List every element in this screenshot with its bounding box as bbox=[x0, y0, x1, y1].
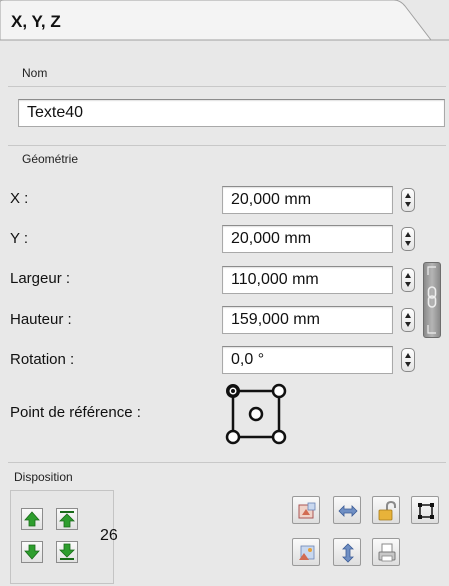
unlock-icon bbox=[378, 500, 396, 521]
separator bbox=[8, 145, 446, 146]
rotation-field[interactable]: 0,0 ° bbox=[222, 346, 393, 374]
rotation-stepper[interactable] bbox=[401, 348, 415, 372]
width-stepper[interactable] bbox=[401, 268, 415, 292]
y-label: Y : bbox=[10, 230, 29, 247]
constrain-proportions-toggle[interactable] bbox=[423, 262, 441, 338]
print-button[interactable] bbox=[372, 538, 400, 566]
tab-xyz[interactable]: X, Y, Z bbox=[11, 12, 61, 32]
bring-forward-button[interactable] bbox=[21, 508, 43, 530]
flip-horizontal-button[interactable] bbox=[333, 496, 361, 524]
arrow-down-icon bbox=[24, 544, 40, 560]
bring-to-front-button[interactable] bbox=[56, 508, 78, 530]
send-to-back-button[interactable] bbox=[56, 541, 78, 563]
arrow-up-icon bbox=[24, 511, 40, 527]
name-field[interactable]: Texte40 bbox=[18, 99, 445, 127]
image-frame-icon bbox=[298, 502, 316, 519]
printer-icon bbox=[378, 543, 396, 562]
reference-point-icon bbox=[225, 383, 287, 445]
layer-position-value: 26 bbox=[100, 527, 118, 544]
image-properties-icon bbox=[299, 545, 315, 560]
send-backward-button[interactable] bbox=[21, 541, 43, 563]
lock-button[interactable] bbox=[372, 496, 400, 524]
arrow-down-to-bottom-icon bbox=[59, 543, 75, 560]
arrange-group bbox=[10, 490, 114, 584]
xyz-properties-panel: X, Y, Z Nom Texte40 Géométrie X : 20,000… bbox=[0, 0, 449, 586]
y-stepper[interactable] bbox=[401, 227, 415, 251]
width-field[interactable]: 110,000 mm bbox=[222, 266, 393, 294]
separator bbox=[8, 462, 446, 463]
chain-link-icon bbox=[427, 266, 437, 334]
arrow-up-to-top-icon bbox=[59, 511, 75, 528]
tab-shape bbox=[0, 0, 449, 41]
frame-bounds-button[interactable] bbox=[411, 496, 439, 524]
flip-vertical-button[interactable] bbox=[333, 538, 361, 566]
flip-vertical-icon bbox=[342, 543, 354, 563]
name-section-label: Nom bbox=[22, 66, 48, 80]
y-field[interactable]: 20,000 mm bbox=[222, 225, 393, 253]
separator bbox=[8, 86, 446, 87]
width-label: Largeur : bbox=[10, 270, 71, 287]
height-label: Hauteur : bbox=[10, 311, 72, 328]
disposition-section-label: Disposition bbox=[14, 470, 73, 484]
x-label: X : bbox=[10, 190, 29, 207]
flip-horizontal-icon bbox=[338, 505, 358, 517]
image-properties-button[interactable] bbox=[292, 538, 320, 566]
height-stepper[interactable] bbox=[401, 308, 415, 332]
geometry-section-label: Géométrie bbox=[22, 152, 79, 166]
tab-strip: X, Y, Z bbox=[0, 0, 449, 52]
frame-bounds-icon bbox=[418, 503, 434, 519]
x-stepper[interactable] bbox=[401, 188, 415, 212]
rotation-label: Rotation : bbox=[10, 351, 75, 368]
reference-point-label: Point de référence : bbox=[10, 404, 141, 421]
height-field[interactable]: 159,000 mm bbox=[222, 306, 393, 334]
x-field[interactable]: 20,000 mm bbox=[222, 186, 393, 214]
image-frame-button[interactable] bbox=[292, 496, 320, 524]
reference-point-selector[interactable] bbox=[224, 382, 288, 446]
